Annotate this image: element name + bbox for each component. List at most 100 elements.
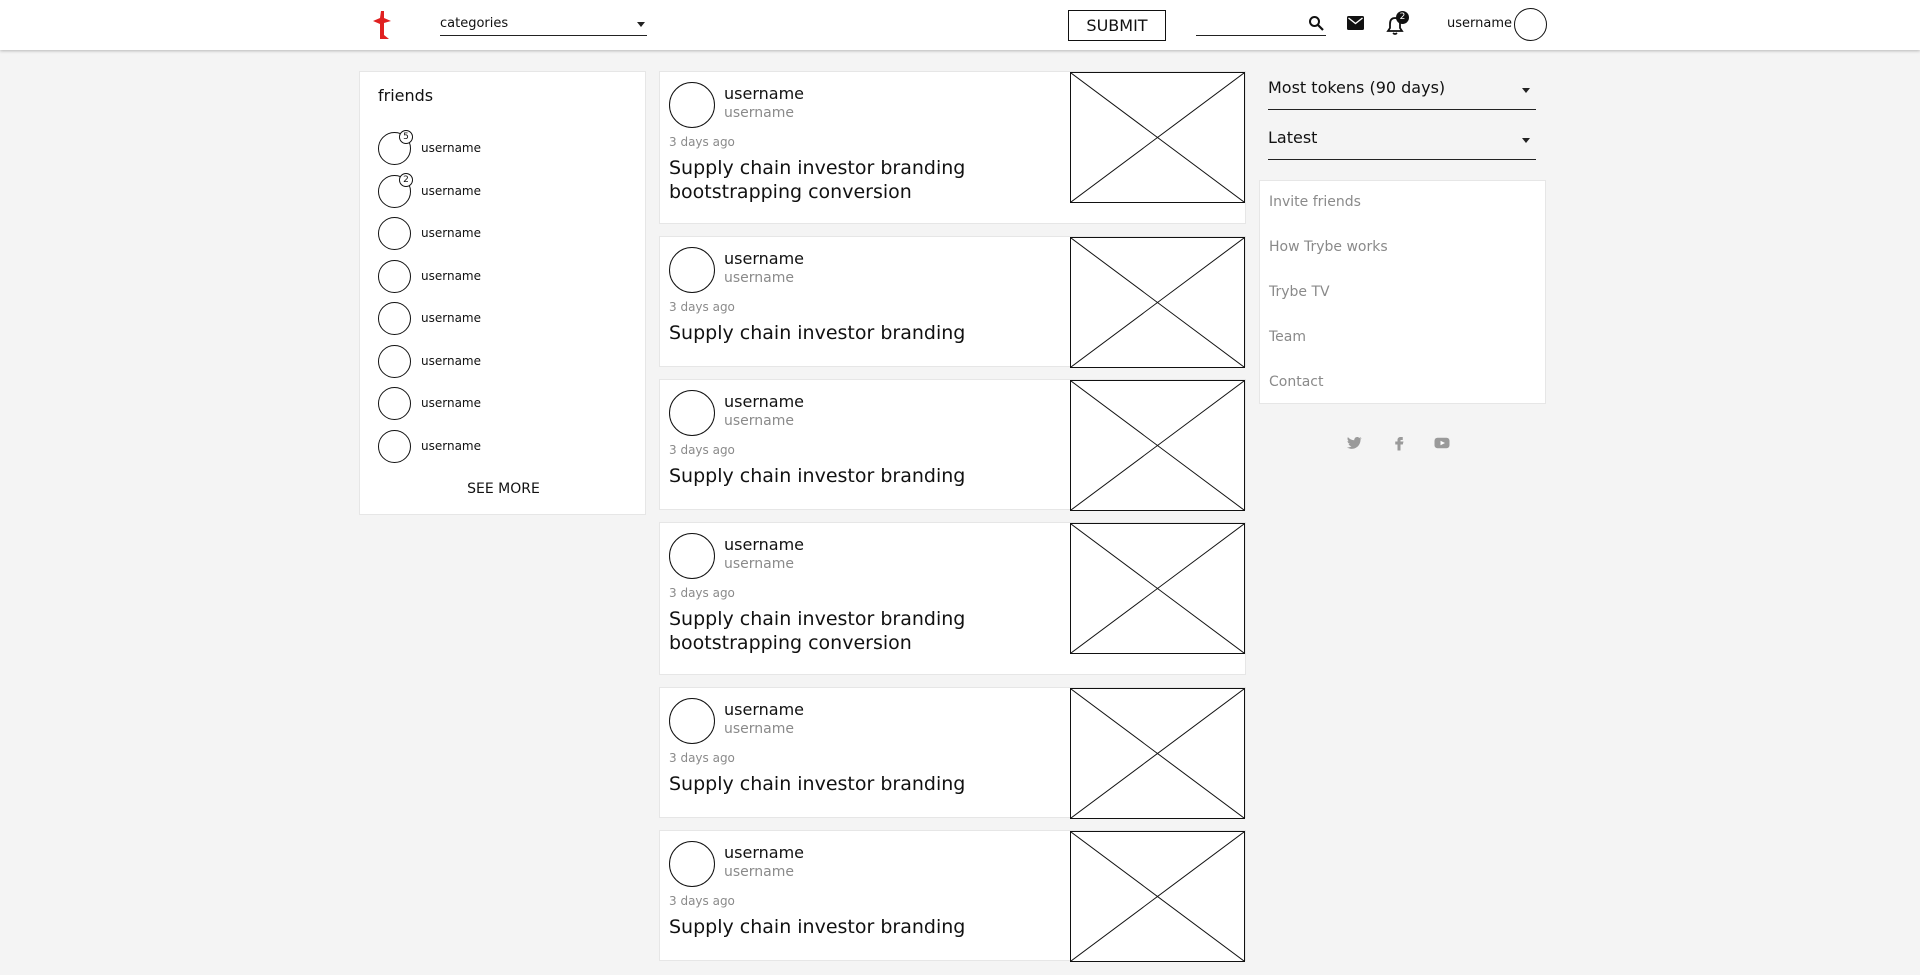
post-thumbnail[interactable] (1070, 237, 1245, 368)
friend-item[interactable]: username (378, 217, 628, 253)
image-placeholder-icon (1071, 238, 1244, 367)
sort-latest-label: Latest (1268, 128, 1318, 147)
friend-name: username (421, 226, 481, 240)
friend-item[interactable]: username (378, 345, 628, 381)
top-bar: categories SUBMIT 2 username (0, 0, 1920, 50)
feed-post[interactable]: username username 3 days ago Supply chai… (659, 236, 1246, 368)
friend-badge: 2 (399, 173, 413, 187)
post-thumbnail[interactable] (1070, 688, 1245, 819)
post-thumbnail[interactable] (1070, 831, 1245, 962)
friend-name: username (421, 141, 481, 155)
post-author-handle: username (724, 105, 794, 121)
post-author-name[interactable]: username (724, 249, 804, 268)
friend-name: username (421, 354, 481, 368)
submit-button[interactable]: SUBMIT (1068, 10, 1166, 41)
post-title[interactable]: Supply chain investor branding bootstrap… (669, 156, 999, 204)
friend-name: username (421, 439, 481, 453)
feed-post[interactable]: username username 3 days ago Supply chai… (659, 830, 1246, 962)
post-author-handle: username (724, 864, 794, 880)
avatar[interactable] (1514, 8, 1547, 41)
notification-count-badge: 2 (1396, 11, 1409, 24)
post-author-name[interactable]: username (724, 843, 804, 862)
post-author-handle: username (724, 721, 794, 737)
friend-name: username (421, 311, 481, 325)
trybe-logo[interactable] (372, 9, 392, 41)
avatar[interactable] (669, 533, 715, 579)
link-contact[interactable]: Contact (1269, 374, 1323, 390)
post-thumbnail[interactable] (1070, 523, 1245, 654)
friends-panel: friends 5 username 2 username username u… (359, 71, 646, 515)
chevron-down-icon (637, 22, 645, 27)
avatar[interactable] (669, 247, 715, 293)
avatar (378, 302, 411, 335)
feed-post[interactable]: username username 3 days ago Supply chai… (659, 379, 1246, 511)
post-timestamp: 3 days ago (669, 894, 735, 908)
link-invite-friends[interactable]: Invite friends (1269, 194, 1361, 210)
friend-item[interactable]: 5 username (378, 130, 628, 168)
post-author-name[interactable]: username (724, 84, 804, 103)
post-author-name[interactable]: username (724, 700, 804, 719)
image-placeholder-icon (1071, 73, 1244, 202)
post-timestamp: 3 days ago (669, 443, 735, 457)
image-placeholder-icon (1071, 832, 1244, 961)
friend-item[interactable]: username (378, 260, 628, 296)
friend-name: username (421, 269, 481, 283)
post-thumbnail[interactable] (1070, 72, 1245, 203)
see-more-button[interactable]: SEE MORE (360, 481, 647, 497)
post-title[interactable]: Supply chain investor branding (669, 915, 999, 939)
post-title[interactable]: Supply chain investor branding (669, 772, 999, 796)
avatar (378, 345, 411, 378)
post-title[interactable]: Supply chain investor branding bootstrap… (669, 607, 999, 655)
link-how-trybe-works[interactable]: How Trybe works (1269, 239, 1388, 255)
avatar[interactable] (669, 82, 715, 128)
feed-post[interactable]: username username 3 days ago Supply chai… (659, 522, 1246, 675)
post-author-handle: username (724, 270, 794, 286)
categories-label: categories (440, 16, 509, 31)
post-author-name[interactable]: username (724, 535, 804, 554)
feed-post[interactable]: username username 3 days ago Supply chai… (659, 687, 1246, 819)
friend-item[interactable]: username (378, 387, 628, 423)
avatar (378, 260, 411, 293)
avatar (378, 387, 411, 420)
avatar (378, 217, 411, 250)
post-title[interactable]: Supply chain investor branding (669, 464, 999, 488)
avatar[interactable] (669, 698, 715, 744)
avatar[interactable] (669, 390, 715, 436)
twitter-icon[interactable] (1345, 434, 1363, 452)
friend-item[interactable]: username (378, 302, 628, 338)
post-author-name[interactable]: username (724, 392, 804, 411)
notifications-button[interactable]: 2 (1386, 11, 1410, 36)
friend-item[interactable]: username (378, 430, 628, 466)
friend-name: username (421, 184, 481, 198)
post-author-handle: username (724, 556, 794, 572)
post-timestamp: 3 days ago (669, 751, 735, 765)
chevron-down-icon (1522, 138, 1530, 143)
sort-latest-dropdown[interactable]: Latest (1268, 120, 1536, 160)
search-icon[interactable] (1308, 15, 1324, 31)
image-placeholder-icon (1071, 381, 1244, 510)
search-input[interactable] (1196, 12, 1326, 36)
sort-tokens-label: Most tokens (90 days) (1268, 78, 1446, 97)
post-timestamp: 3 days ago (669, 586, 735, 600)
categories-dropdown[interactable]: categories (440, 14, 647, 36)
youtube-icon[interactable] (1433, 434, 1451, 452)
friend-badge: 5 (399, 130, 413, 144)
sort-tokens-dropdown[interactable]: Most tokens (90 days) (1268, 70, 1536, 110)
avatar (378, 430, 411, 463)
image-placeholder-icon (1071, 689, 1244, 818)
post-author-handle: username (724, 413, 794, 429)
user-menu-name[interactable]: username (1447, 16, 1512, 31)
facebook-icon[interactable] (1390, 434, 1408, 452)
link-team[interactable]: Team (1269, 329, 1306, 345)
chevron-down-icon (1522, 88, 1530, 93)
image-placeholder-icon (1071, 524, 1244, 653)
mail-icon[interactable] (1347, 16, 1364, 30)
friend-item[interactable]: 2 username (378, 173, 628, 211)
post-timestamp: 3 days ago (669, 135, 735, 149)
post-thumbnail[interactable] (1070, 380, 1245, 511)
avatar[interactable] (669, 841, 715, 887)
sidebar-links-panel: Invite friends How Trybe works Trybe TV … (1259, 180, 1546, 404)
link-trybe-tv[interactable]: Trybe TV (1269, 284, 1330, 300)
post-title[interactable]: Supply chain investor branding (669, 321, 999, 345)
feed-post[interactable]: username username 3 days ago Supply chai… (659, 71, 1246, 224)
